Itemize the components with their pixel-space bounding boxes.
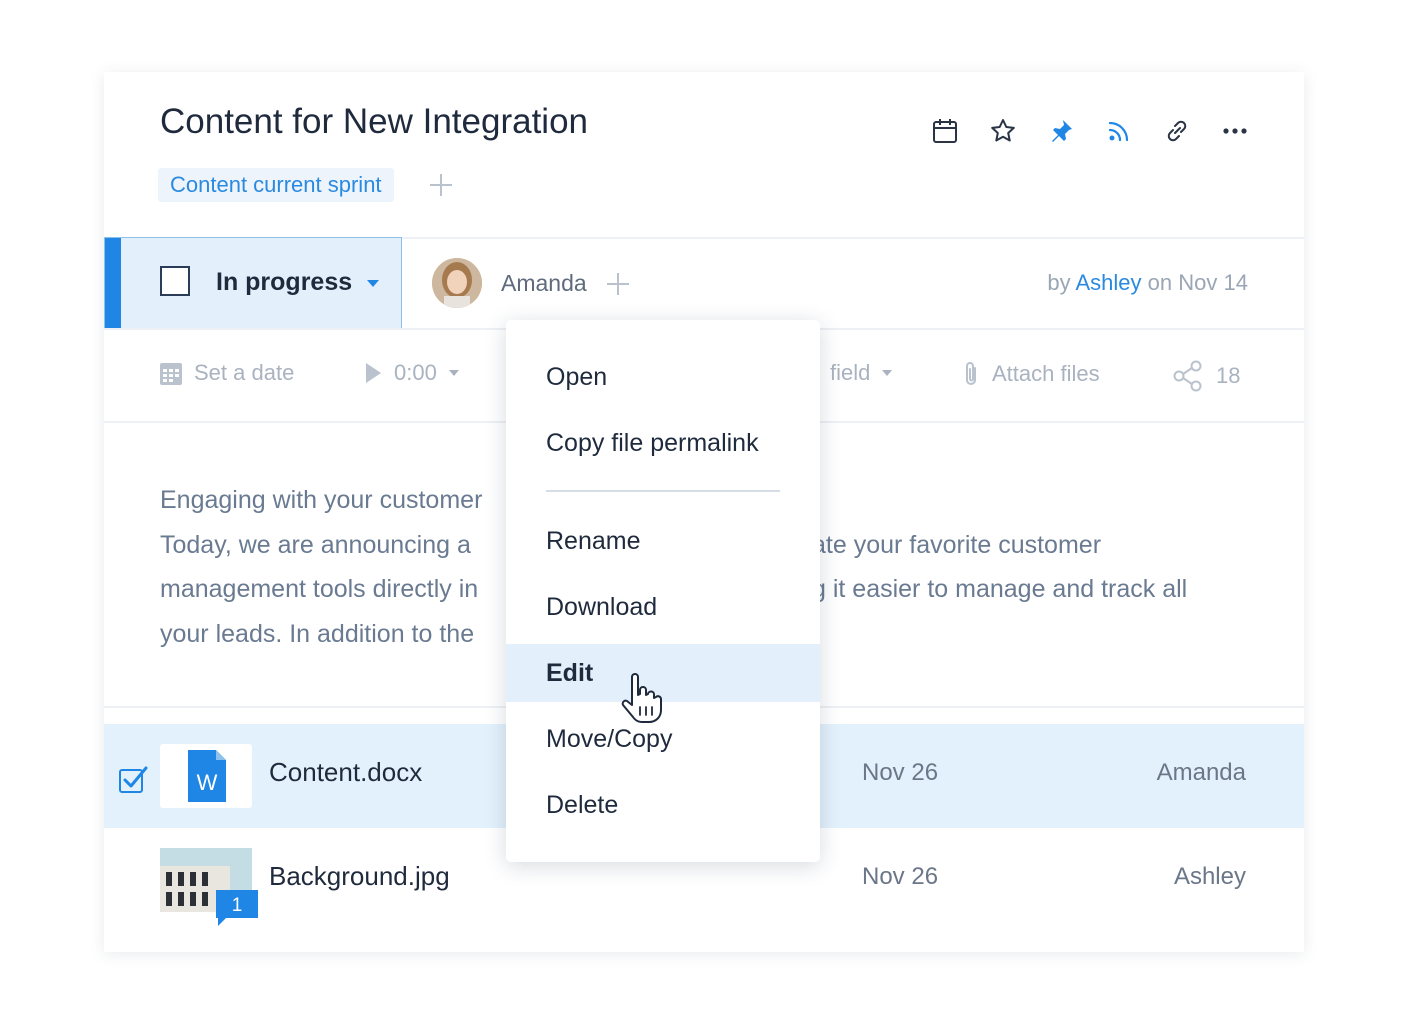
menu-divider xyxy=(546,490,780,492)
status-dropdown[interactable]: In progress xyxy=(104,237,402,329)
chevron-down-icon xyxy=(367,280,379,287)
play-icon xyxy=(366,363,381,383)
file-owner: Amanda xyxy=(1156,759,1246,786)
timer-button[interactable]: 0:00 xyxy=(364,360,459,386)
custom-field-button[interactable]: field xyxy=(830,360,893,386)
file-owner: Ashley xyxy=(1173,863,1246,890)
menu-item-open[interactable]: Open xyxy=(506,348,820,406)
file-name[interactable]: Content.docx xyxy=(269,757,422,788)
menu-item-copy-permalink[interactable]: Copy file permalink xyxy=(506,414,820,472)
task-description-continued: ate your favorite customer g it easier t… xyxy=(812,530,1188,604)
complete-checkbox[interactable] xyxy=(160,266,190,296)
menu-item-download[interactable]: Download xyxy=(506,578,820,636)
author-link[interactable]: Ashley xyxy=(1076,270,1142,295)
checkbox-checked-icon[interactable] xyxy=(118,764,148,794)
file-date: Nov 26 xyxy=(862,863,939,890)
header-toolbar xyxy=(928,114,1252,148)
list-tag[interactable]: Content current sprint xyxy=(158,168,394,202)
menu-item-rename[interactable]: Rename xyxy=(506,512,820,570)
add-assignee-icon[interactable] xyxy=(604,270,632,298)
rss-icon[interactable] xyxy=(1102,114,1136,148)
star-icon[interactable] xyxy=(986,114,1020,148)
pin-icon[interactable] xyxy=(1044,114,1078,148)
set-date-button[interactable]: Set a date xyxy=(160,360,294,386)
link-icon[interactable] xyxy=(1160,114,1194,148)
paperclip-icon xyxy=(966,362,976,385)
status-label: In progress xyxy=(216,268,353,296)
comment-badge[interactable]: 1 xyxy=(214,888,260,928)
attach-files-button[interactable]: Attach files xyxy=(962,360,1100,388)
assignee-name[interactable]: Amanda xyxy=(501,270,587,297)
file-name[interactable]: Background.jpg xyxy=(269,861,450,892)
file-date: Nov 26 xyxy=(862,759,939,786)
add-tag-icon[interactable] xyxy=(426,170,456,200)
avatar[interactable] xyxy=(432,258,482,308)
svg-text:W: W xyxy=(197,770,218,795)
file-context-menu: Open Copy file permalink Rename Download… xyxy=(506,320,820,862)
chevron-down-icon xyxy=(448,370,459,376)
share-icon xyxy=(1173,360,1202,392)
chevron-down-icon xyxy=(882,370,893,376)
more-icon[interactable] xyxy=(1218,114,1252,148)
menu-item-delete[interactable]: Delete xyxy=(506,776,820,834)
hand-pointer-icon xyxy=(618,673,666,725)
share-button[interactable]: 18 xyxy=(1172,360,1240,392)
word-file-icon: W xyxy=(160,744,252,808)
svg-text:1: 1 xyxy=(232,895,243,916)
calendar-icon[interactable] xyxy=(928,114,962,148)
created-byline: by Ashley on Nov 14 xyxy=(1047,270,1248,295)
calendar-grid-icon xyxy=(160,363,182,385)
status-accent-bar xyxy=(105,238,121,328)
task-title[interactable]: Content for New Integration xyxy=(160,102,588,142)
